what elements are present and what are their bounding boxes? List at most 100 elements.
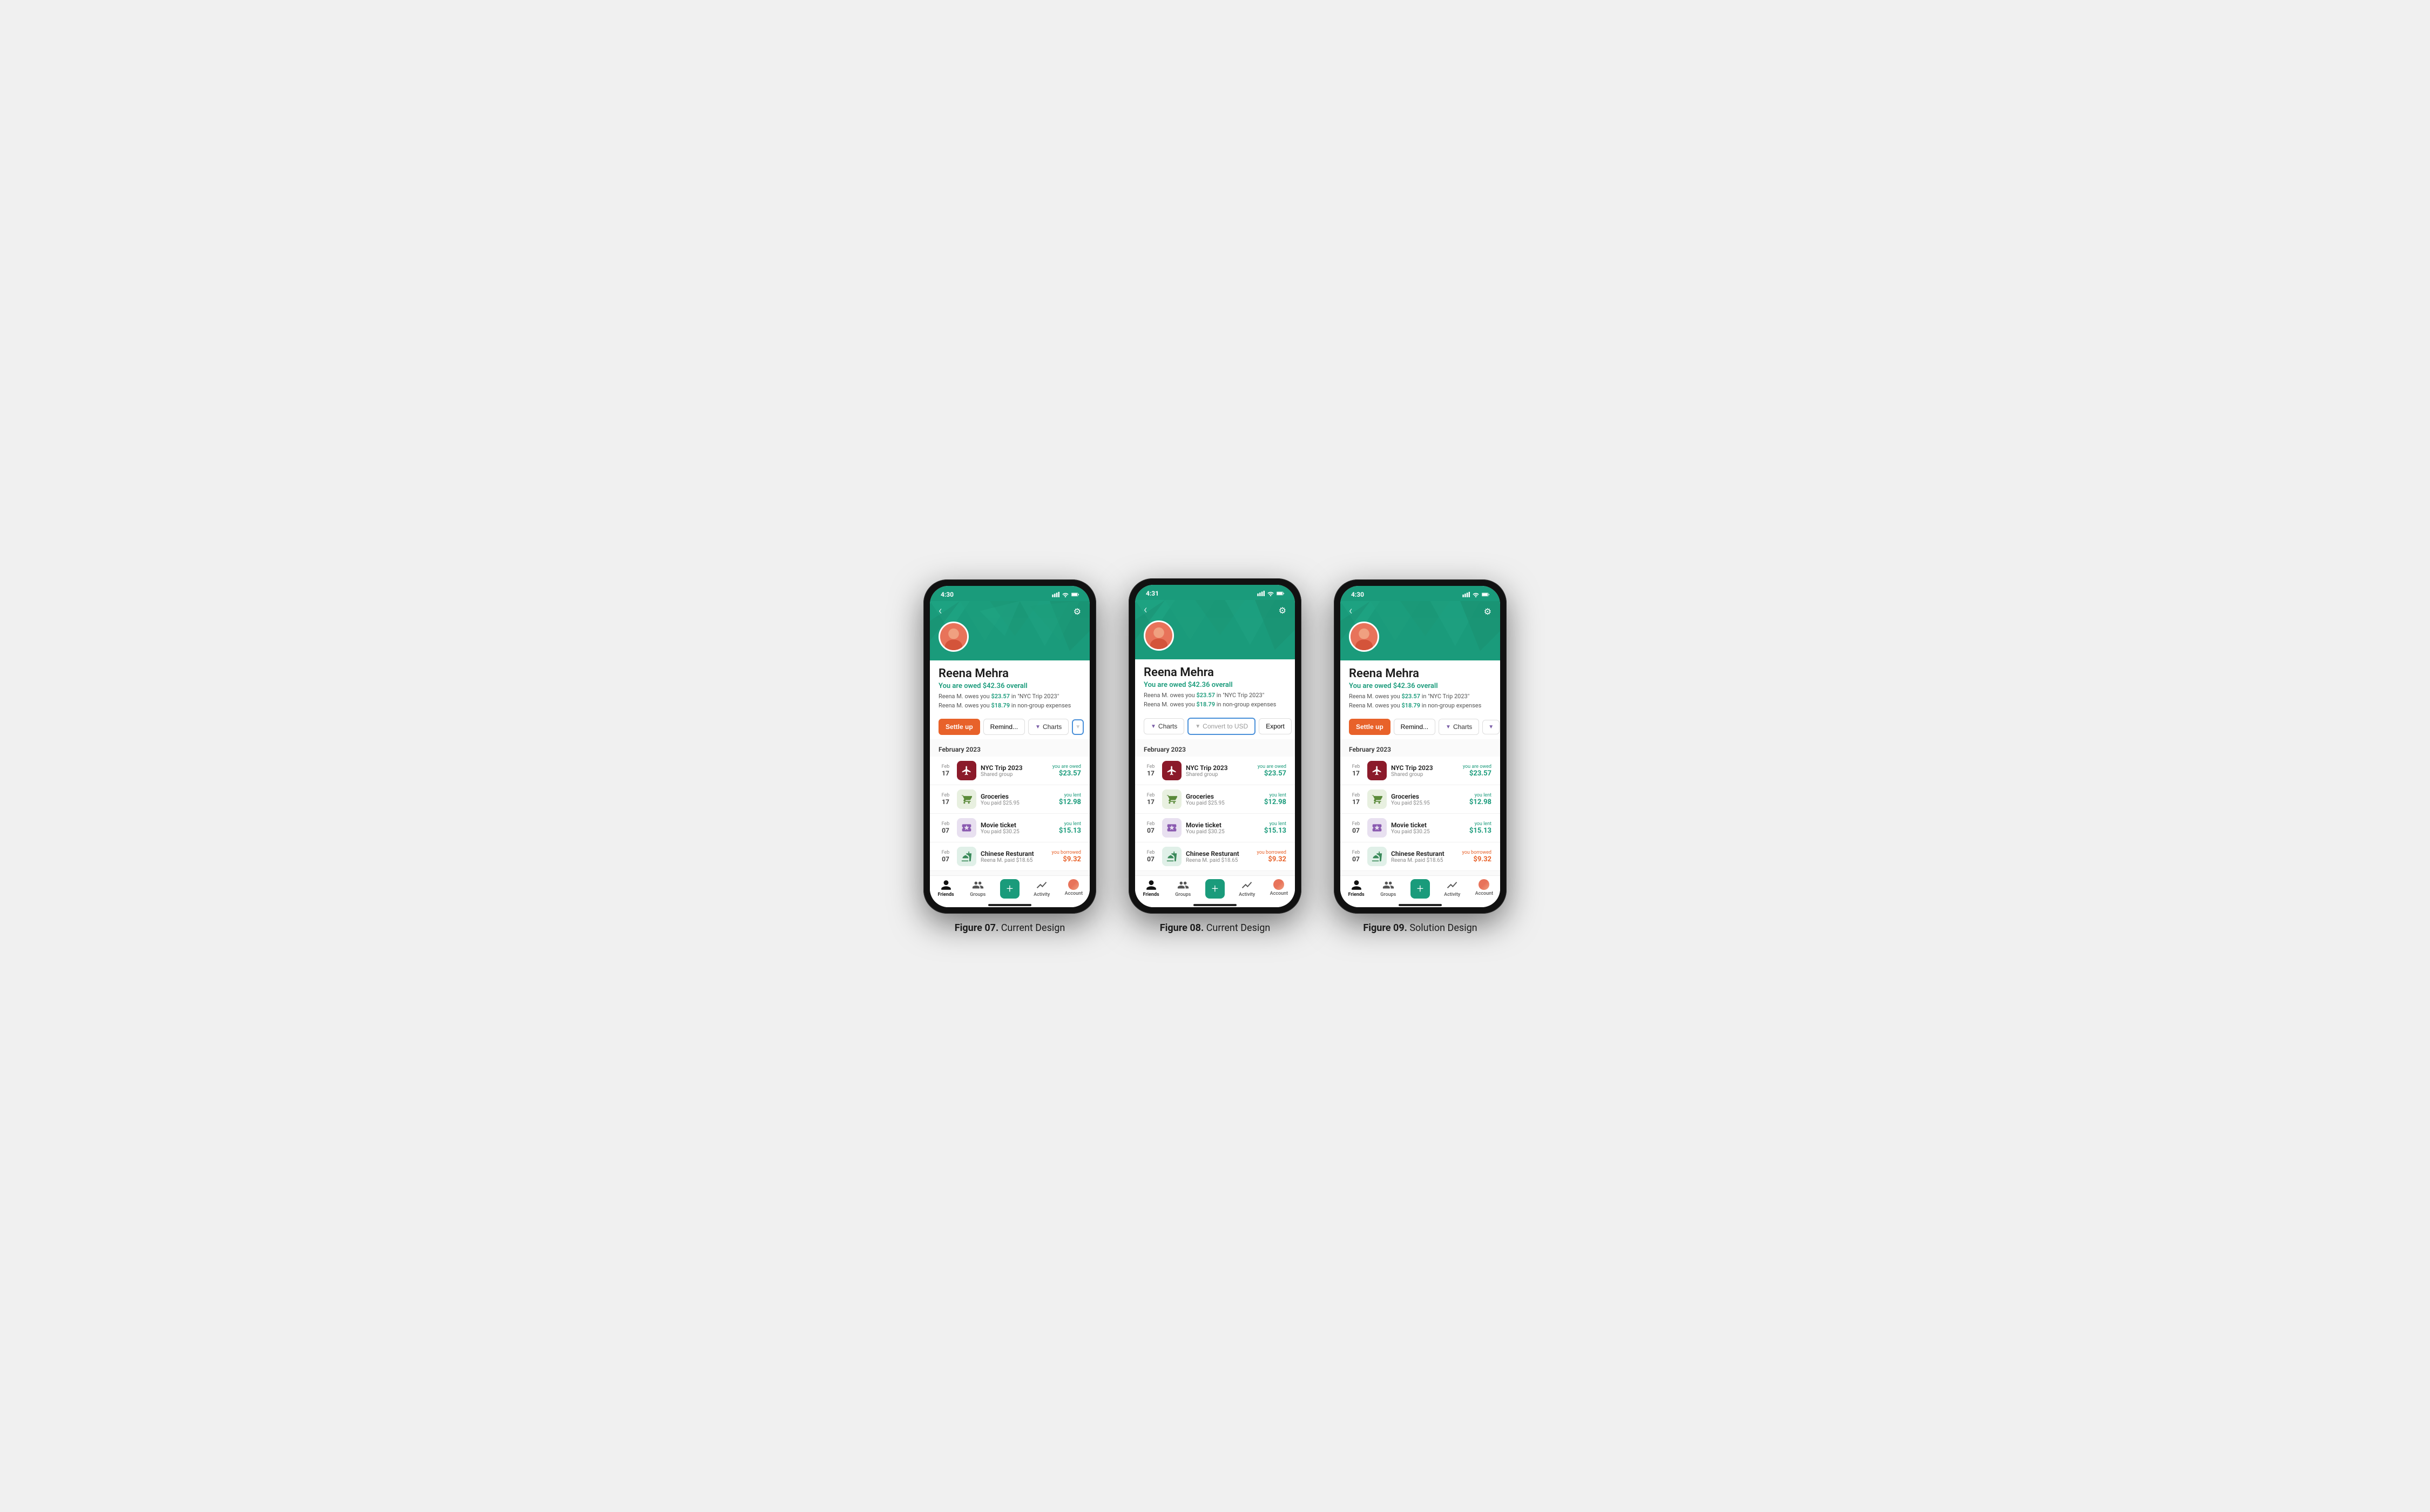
settings-button-07[interactable]: ⚙ — [1074, 606, 1081, 617]
table-row[interactable]: Feb07 Chinese ResturantReena M. paid $18… — [1340, 842, 1500, 871]
charts-button-08[interactable]: ▼ Charts — [1144, 718, 1184, 734]
remind-button-07[interactable]: Remind... — [983, 719, 1025, 735]
avatar-09 — [1349, 622, 1379, 652]
nav-groups-08[interactable]: Groups — [1167, 879, 1199, 900]
phone-shell-07: 4:30 — [923, 579, 1096, 914]
table-row[interactable]: Feb07 Movie ticketYou paid $30.25 you le… — [1340, 814, 1500, 842]
avatar-image-09 — [1351, 623, 1378, 650]
caption-text-07: Current Design — [998, 922, 1065, 934]
home-indicator-07 — [930, 904, 1090, 907]
signal-icon-07 — [1052, 592, 1059, 597]
nav-account-07[interactable]: Account — [1058, 879, 1090, 900]
tx-icon-cart-07-1 — [957, 789, 976, 809]
tx-date-09-0: Feb17 — [1349, 764, 1363, 777]
nav-groups-09[interactable]: Groups — [1372, 879, 1404, 900]
tx-icon-plane-09-0 — [1367, 761, 1387, 780]
table-row[interactable]: Feb07 Movie ticket You paid $30.25 you l… — [930, 814, 1090, 842]
wifi-icon-08 — [1267, 591, 1274, 596]
status-icons-08 — [1257, 591, 1284, 596]
tx-amount-07-0: you are owed $23.57 — [1052, 764, 1081, 778]
more-arrow-icon-09: ▼ — [1488, 724, 1494, 730]
table-row[interactable]: Feb17 NYC Trip 2023Shared group you are … — [1135, 757, 1295, 785]
nav-friends-07[interactable]: Friends — [930, 879, 962, 900]
figure-07-container: 4:30 — [923, 579, 1096, 934]
nav-friends-08[interactable]: Friends — [1135, 879, 1167, 900]
battery-icon-09 — [1482, 592, 1489, 597]
nav-friends-09[interactable]: Friends — [1340, 879, 1372, 900]
avatar-07 — [939, 622, 969, 652]
remind-button-09[interactable]: Remind... — [1394, 719, 1435, 735]
status-time-08: 4:31 — [1146, 590, 1159, 597]
settle-up-button-07[interactable]: Settle up — [939, 719, 980, 735]
tx-date-0: Feb17 — [939, 764, 953, 777]
profile-section-09: Reena Mehra You are owed $42.36 overall … — [1340, 660, 1500, 714]
figures-row: 4:30 — [923, 578, 1507, 934]
back-button-09[interactable]: ‹ — [1349, 605, 1353, 617]
charts-triangle-icon-07: ▼ — [1035, 724, 1041, 730]
battery-icon-08 — [1277, 591, 1284, 596]
add-button-09[interactable]: + — [1410, 879, 1430, 899]
signal-icon-09 — [1462, 592, 1470, 597]
settle-up-button-09[interactable]: Settle up — [1349, 719, 1390, 735]
nav-activity-09[interactable]: Activity — [1436, 879, 1468, 900]
back-button-08[interactable]: ‹ — [1144, 604, 1148, 616]
more-button-07[interactable]: ▼ — [1072, 719, 1084, 735]
nav-activity-07[interactable]: Activity — [1026, 879, 1058, 900]
owed-detail-07: Reena M. owes you $23.57 in "NYC Trip 20… — [939, 692, 1081, 710]
status-icons-07 — [1052, 592, 1079, 597]
nav-add-09[interactable]: + — [1404, 879, 1436, 900]
charts-label-09: Charts — [1453, 723, 1472, 731]
back-button-07[interactable]: ‹ — [939, 605, 942, 617]
convert-usd-button-08[interactable]: ▼ Convert to USD — [1187, 718, 1256, 735]
tx-amount-09-1: you lent$12.98 — [1469, 793, 1491, 806]
figure-caption-09: Figure 09. Solution Design — [1363, 922, 1477, 934]
nav-activity-08[interactable]: Activity — [1231, 879, 1263, 900]
tx-info-07-3: Chinese Resturant Reena M. paid $18.65 — [981, 850, 1048, 863]
charts-button-07[interactable]: ▼ Charts — [1028, 719, 1069, 735]
table-row[interactable]: Feb17 GroceriesYou paid $25.95 you lent$… — [1135, 785, 1295, 814]
add-button-08[interactable]: + — [1205, 879, 1225, 899]
phone-header-09: ‹ ⚙ — [1340, 601, 1500, 660]
nav-add-07[interactable]: + — [994, 879, 1025, 900]
header-nav-07: ‹ ⚙ — [939, 605, 1081, 617]
settings-button-08[interactable]: ⚙ — [1279, 605, 1286, 616]
table-row[interactable]: Feb07 Chinese ResturantReena M. paid $18… — [1135, 842, 1295, 871]
nav-add-08[interactable]: + — [1199, 879, 1231, 900]
convert-label-08: Convert to USD — [1203, 723, 1248, 730]
phone-header-08: ‹ ⚙ — [1135, 600, 1295, 659]
nav-account-09[interactable]: Account — [1468, 879, 1500, 900]
tx-amount-08-3: you borrowed$9.32 — [1257, 850, 1286, 863]
tx-info-09-2: Movie ticketYou paid $30.25 — [1391, 821, 1465, 835]
tx-icon-plane-07-0 — [957, 761, 976, 780]
nav-avatar-08 — [1273, 879, 1284, 890]
convert-triangle-icon-08: ▼ — [1195, 724, 1200, 730]
home-bar-07 — [988, 904, 1031, 906]
tx-date-09-3: Feb07 — [1349, 850, 1363, 863]
table-row[interactable]: Feb17 GroceriesYou paid $25.95 you lent$… — [1340, 785, 1500, 814]
table-row[interactable]: Feb17 NYC Trip 2023Shared group you are … — [1340, 757, 1500, 785]
add-button-07[interactable]: + — [1000, 879, 1020, 899]
caption-bold-07: Figure 07. — [955, 922, 999, 934]
more-arrow-button-09[interactable]: ▼ — [1482, 720, 1500, 734]
table-row[interactable]: Feb17 NYC Trip 2023 Shared group you are… — [930, 757, 1090, 785]
export-button-08[interactable]: Export — [1259, 718, 1292, 734]
nav-friends-label-09: Friends — [1348, 892, 1365, 897]
month-label-08: February 2023 — [1135, 744, 1295, 757]
wifi-icon-09 — [1472, 592, 1480, 597]
action-buttons-09: Settle up Remind... ▼ Charts ▼ — [1340, 714, 1500, 739]
table-row[interactable]: Feb07 Chinese Resturant Reena M. paid $1… — [930, 842, 1090, 871]
avatar-image-08 — [1145, 622, 1172, 649]
table-row[interactable]: Feb07 Movie ticketYou paid $30.25 you le… — [1135, 814, 1295, 842]
nav-groups-07[interactable]: Groups — [962, 879, 994, 900]
table-row[interactable]: Feb17 Groceries You paid $25.95 you lent… — [930, 785, 1090, 814]
charts-button-09[interactable]: ▼ Charts — [1439, 719, 1479, 735]
bottom-nav-08: Friends Groups + Activity — [1135, 875, 1295, 904]
status-bar-07: 4:30 — [930, 586, 1090, 601]
tx-date-1: Feb17 — [939, 793, 953, 806]
tx-date-08-0: Feb17 — [1144, 764, 1158, 777]
nav-account-08[interactable]: Account — [1263, 879, 1295, 900]
settings-button-09[interactable]: ⚙ — [1484, 606, 1491, 617]
charts-label-07: Charts — [1043, 723, 1062, 731]
figure-08-container: 4:31 — [1129, 578, 1301, 934]
caption-text-09: Solution Design — [1407, 922, 1477, 934]
